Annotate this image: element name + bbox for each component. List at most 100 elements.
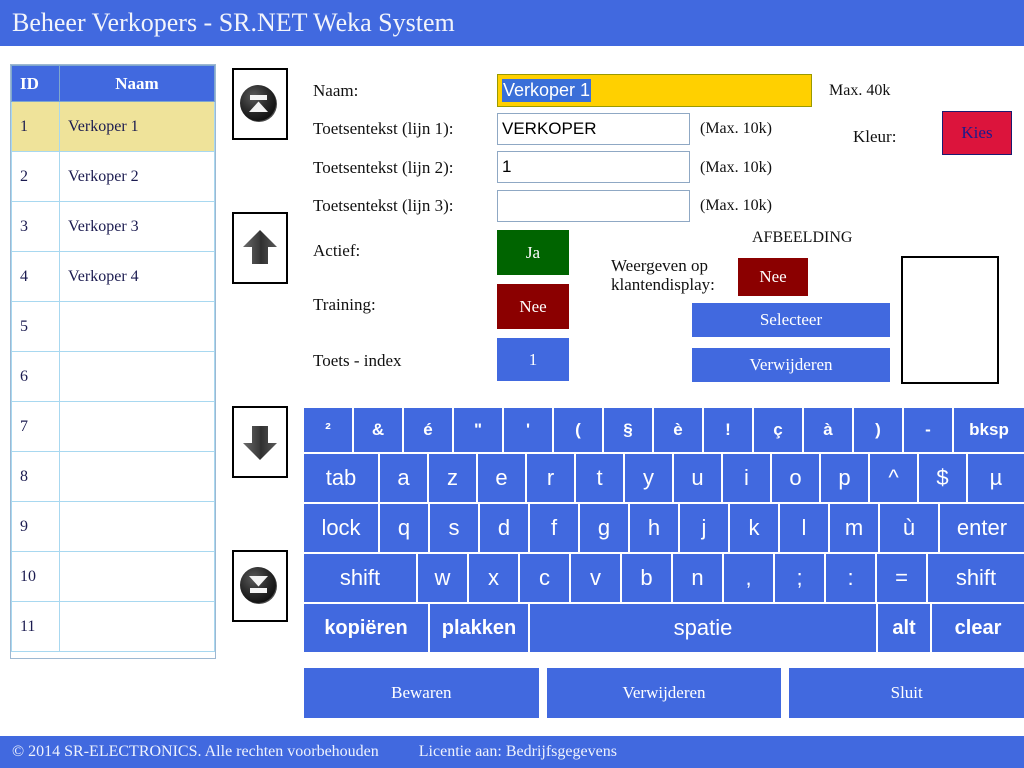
- table-row[interactable]: 9: [11, 501, 215, 552]
- key-[interactable]: ç: [754, 408, 802, 452]
- table-row[interactable]: 11: [11, 601, 215, 652]
- training-label: Training:: [313, 295, 376, 314]
- key-v[interactable]: v: [571, 554, 620, 602]
- key-k[interactable]: k: [730, 504, 778, 552]
- key-enter[interactable]: enter: [940, 504, 1024, 552]
- key-tab[interactable]: tab: [304, 454, 378, 502]
- nav-next-record-button[interactable]: [232, 406, 288, 478]
- training-toggle[interactable]: Nee: [497, 284, 569, 329]
- key-p[interactable]: p: [821, 454, 868, 502]
- key-[interactable]: ": [454, 408, 502, 452]
- nav-last-record-button[interactable]: [232, 550, 288, 622]
- key-c[interactable]: c: [520, 554, 569, 602]
- key-kopiren[interactable]: kopiëren: [304, 604, 428, 652]
- table-row[interactable]: 1 Verkoper 1: [11, 101, 215, 152]
- key-h[interactable]: h: [630, 504, 678, 552]
- key-y[interactable]: y: [625, 454, 672, 502]
- key-alt[interactable]: alt: [878, 604, 930, 652]
- key-o[interactable]: o: [772, 454, 819, 502]
- klantendisplay-toggle[interactable]: Nee: [738, 258, 808, 296]
- key-r[interactable]: r: [527, 454, 574, 502]
- toetsentekst-lijn2-value: 1: [502, 157, 512, 176]
- key-u[interactable]: u: [674, 454, 721, 502]
- key-[interactable]: é: [404, 408, 452, 452]
- key-q[interactable]: q: [380, 504, 428, 552]
- key-f[interactable]: f: [530, 504, 578, 552]
- key-[interactable]: -: [904, 408, 952, 452]
- table-row[interactable]: 3 Verkoper 3: [11, 201, 215, 252]
- key-plakken[interactable]: plakken: [430, 604, 528, 652]
- key-w[interactable]: w: [418, 554, 467, 602]
- key-g[interactable]: g: [580, 504, 628, 552]
- actief-toggle[interactable]: Ja: [497, 230, 569, 275]
- table-cell-naam: [59, 301, 215, 352]
- toets-index-button[interactable]: 1: [497, 338, 569, 381]
- key-[interactable]: à: [804, 408, 852, 452]
- table-row[interactable]: 2 Verkoper 2: [11, 151, 215, 202]
- table-row[interactable]: 7: [11, 401, 215, 452]
- key-bksp[interactable]: bksp: [954, 408, 1024, 452]
- table-cell-id: 3: [11, 201, 60, 252]
- verwijderen-button[interactable]: Verwijderen: [546, 668, 782, 718]
- sluit-button[interactable]: Sluit: [789, 668, 1024, 718]
- key-e[interactable]: e: [478, 454, 525, 502]
- key-[interactable]: !: [704, 408, 752, 452]
- key-shift[interactable]: shift: [304, 554, 416, 602]
- nav-previous-record-button[interactable]: [232, 212, 288, 284]
- key-[interactable]: ,: [724, 554, 773, 602]
- key-[interactable]: =: [877, 554, 926, 602]
- table-row[interactable]: 8: [11, 451, 215, 502]
- toetsentekst-lijn2-input[interactable]: 1: [497, 151, 690, 183]
- afbeelding-preview[interactable]: [901, 256, 999, 384]
- key-a[interactable]: a: [380, 454, 427, 502]
- key-[interactable]: è: [654, 408, 702, 452]
- key-[interactable]: §: [604, 408, 652, 452]
- key-[interactable]: $: [919, 454, 966, 502]
- key-[interactable]: (: [554, 408, 602, 452]
- key-[interactable]: ù: [880, 504, 938, 552]
- toetsentekst-lijn3-input[interactable]: [497, 190, 690, 222]
- key-z[interactable]: z: [429, 454, 476, 502]
- table-row[interactable]: 10: [11, 551, 215, 602]
- naam-input[interactable]: Verkoper 1: [497, 74, 812, 107]
- key-shift[interactable]: shift: [928, 554, 1024, 602]
- action-bar: Bewaren Verwijderen Sluit: [304, 668, 1024, 718]
- key-b[interactable]: b: [622, 554, 671, 602]
- key-[interactable]: :: [826, 554, 875, 602]
- key-clear[interactable]: clear: [932, 604, 1024, 652]
- table-row[interactable]: 5: [11, 301, 215, 352]
- bewaren-button[interactable]: Bewaren: [304, 668, 539, 718]
- column-header-naam[interactable]: Naam: [59, 65, 215, 102]
- key-d[interactable]: d: [480, 504, 528, 552]
- nav-first-record-button[interactable]: [232, 68, 288, 140]
- key-[interactable]: µ: [968, 454, 1024, 502]
- afbeelding-selecteer-button[interactable]: Selecteer: [692, 303, 890, 337]
- key-spatie[interactable]: spatie: [530, 604, 876, 652]
- key-n[interactable]: n: [673, 554, 722, 602]
- verkopers-grid[interactable]: ID Naam 1 Verkoper 1 2 Verkoper 2 3 Verkoper …: [10, 64, 216, 659]
- toetsentekst-lijn1-input[interactable]: VERKOPER: [497, 113, 690, 145]
- key-[interactable]: ^: [870, 454, 917, 502]
- key-[interactable]: ²: [304, 408, 352, 452]
- key-t[interactable]: t: [576, 454, 623, 502]
- column-header-id[interactable]: ID: [11, 65, 60, 102]
- afbeelding-verwijderen-button[interactable]: Verwijderen: [692, 348, 890, 382]
- afbeelding-selecteer-label: Selecteer: [759, 310, 823, 329]
- last-record-icon: [240, 567, 277, 604]
- key-s[interactable]: s: [430, 504, 478, 552]
- key-x[interactable]: x: [469, 554, 518, 602]
- table-row[interactable]: 6: [11, 351, 215, 402]
- toets-index-label: Toets - index: [313, 351, 402, 370]
- key-lock[interactable]: lock: [304, 504, 378, 552]
- keyboard-row-5: kopiëren plakken spatie alt clear: [304, 604, 1024, 652]
- key-[interactable]: ;: [775, 554, 824, 602]
- key-i[interactable]: i: [723, 454, 770, 502]
- kleur-kies-button[interactable]: Kies: [942, 111, 1012, 155]
- key-[interactable]: ): [854, 408, 902, 452]
- table-row[interactable]: 4 Verkoper 4: [11, 251, 215, 302]
- key-l[interactable]: l: [780, 504, 828, 552]
- key-m[interactable]: m: [830, 504, 878, 552]
- key-[interactable]: ': [504, 408, 552, 452]
- key-j[interactable]: j: [680, 504, 728, 552]
- key-[interactable]: &: [354, 408, 402, 452]
